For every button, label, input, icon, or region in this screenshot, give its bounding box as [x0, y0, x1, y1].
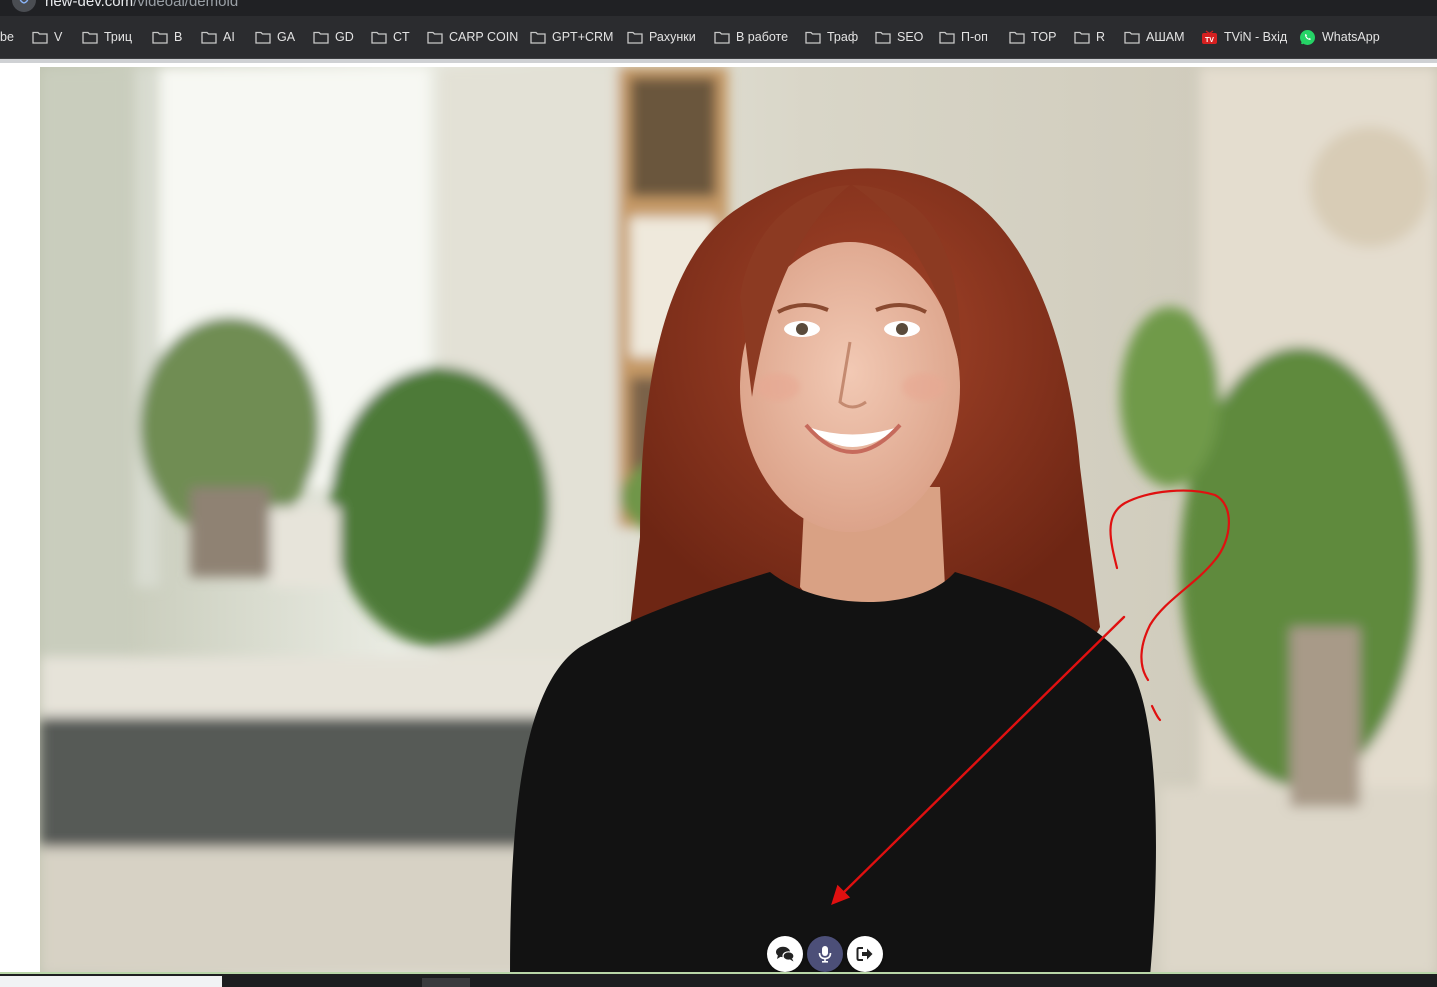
bookmark-gpt-crm[interactable]: GPT+CRM: [530, 28, 613, 46]
bookmark-label: WhatsApp: [1322, 30, 1380, 44]
bookmarks-bar: be V Триц B AI GA GD CT CARP COIN GPT+CR…: [0, 16, 1437, 59]
folder-icon: [371, 31, 387, 44]
bookmark-r[interactable]: R: [1074, 28, 1105, 46]
bookmark-label: SEO: [897, 30, 924, 44]
bookmark-label: GA: [277, 30, 296, 44]
folder-icon: [313, 31, 329, 44]
bookmark-top[interactable]: TOP: [1009, 28, 1056, 46]
url-host: new-dev.com: [45, 0, 134, 10]
folder-icon: [939, 31, 955, 44]
bookmark-label: АШАМ: [1146, 30, 1185, 44]
bookmark-label: GD: [335, 30, 354, 44]
bookmark-seo[interactable]: SEO: [875, 28, 923, 46]
folder-icon: [1124, 31, 1140, 44]
folder-icon: [255, 31, 271, 44]
avatar-video-frame: [40, 67, 1437, 976]
microphone-button[interactable]: [807, 936, 843, 972]
folder-icon: [627, 31, 643, 44]
bookmark-label: TOP: [1031, 30, 1057, 44]
bookmark-whatsapp[interactable]: WhatsApp: [1299, 28, 1380, 46]
folder-icon: [875, 31, 891, 44]
bookmark-label: TViN - Вхід: [1224, 30, 1288, 44]
bookmark-v[interactable]: V: [32, 28, 62, 46]
folder-icon: [32, 31, 48, 44]
bookmark-p-op[interactable]: П-оп: [939, 28, 988, 46]
bookmark-label: Триц: [104, 30, 133, 44]
bookmark-b[interactable]: B: [152, 28, 182, 46]
bookmark-label: be: [0, 30, 14, 44]
bookmark-ct[interactable]: CT: [371, 28, 410, 46]
bookmark-label: Рахунки: [649, 30, 696, 44]
tvin-logo-icon: TV: [1202, 29, 1217, 44]
folder-icon: [1074, 31, 1090, 44]
exit-button[interactable]: [847, 936, 883, 972]
bookmark-ga[interactable]: GA: [255, 28, 295, 46]
video-controls: [767, 936, 883, 972]
folder-icon: [152, 31, 168, 44]
chat-bubbles-icon: [776, 946, 795, 962]
bookmark-label: R: [1096, 30, 1106, 44]
bookmark-label: CARP COIN: [449, 30, 519, 44]
bookmark-traf[interactable]: Траф: [805, 28, 858, 46]
folder-icon: [201, 31, 217, 44]
url-text[interactable]: new-dev.com/videoai/demoid: [45, 0, 238, 10]
address-bar[interactable]: new-dev.com/videoai/demoid: [0, 0, 1437, 16]
bookmark-gd[interactable]: GD: [313, 28, 354, 46]
video-scene: [40, 67, 1437, 976]
page-content: [0, 59, 1437, 976]
bookmark-v-rabote[interactable]: В работе: [714, 28, 788, 46]
exit-icon: [856, 947, 873, 961]
bookmark-label: Траф: [827, 30, 859, 44]
url-path: /videoai/demoid: [133, 0, 239, 10]
taskbar-item[interactable]: [0, 976, 222, 987]
folder-icon: [427, 31, 443, 44]
svg-text:TV: TV: [1205, 37, 1214, 44]
bookmark-ai[interactable]: AI: [201, 28, 235, 46]
bookmark-label: П-оп: [961, 30, 988, 44]
bookmark-label: В работе: [736, 30, 789, 44]
bookmark-label: AI: [223, 30, 235, 44]
bookmark-tvin[interactable]: TV TViN - Вхід: [1201, 28, 1287, 46]
bookmark-label: GPT+CRM: [552, 30, 614, 44]
bookmark-label: CT: [393, 30, 410, 44]
site-info-icon[interactable]: [12, 0, 36, 12]
folder-icon: [1009, 31, 1025, 44]
bookmark-rakhunky[interactable]: Рахунки: [627, 28, 696, 46]
bookmark-carp-coin[interactable]: CARP COIN: [427, 28, 518, 46]
bookmark-asham[interactable]: АШАМ: [1124, 28, 1185, 46]
folder-icon: [82, 31, 98, 44]
chat-button[interactable]: [767, 936, 803, 972]
folder-icon: [805, 31, 821, 44]
taskbar-item[interactable]: [422, 978, 470, 987]
folder-icon: [714, 31, 730, 44]
whatsapp-icon: [1300, 29, 1315, 45]
bookmark-trits[interactable]: Триц: [82, 28, 132, 46]
bookmark-be[interactable]: be: [0, 28, 14, 46]
bookmark-label: V: [54, 30, 63, 44]
microphone-icon: [818, 946, 832, 963]
folder-icon: [530, 31, 546, 44]
bookmark-label: B: [174, 30, 183, 44]
